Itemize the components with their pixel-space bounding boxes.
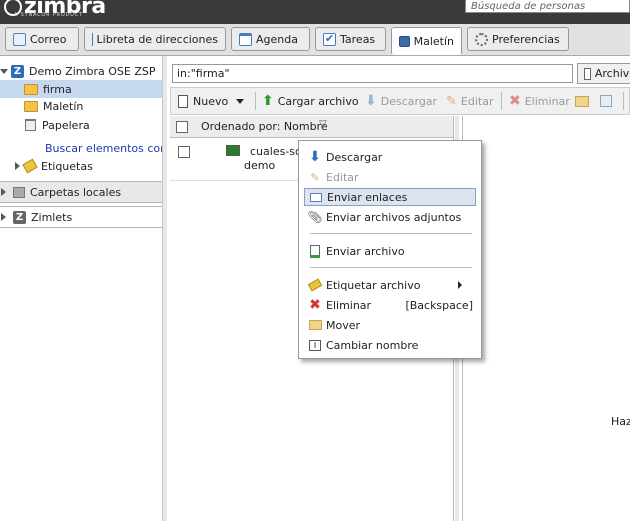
people-search-input[interactable]: Búsqueda de personas <box>465 0 630 13</box>
section-zimlets[interactable]: Z Zimlets <box>0 206 162 228</box>
logo-subtitle: A SYNACOR PRODUCT <box>14 12 83 18</box>
sidebar: Z Demo Zimbra OSE ZSP firma Maletín Pape… <box>0 56 163 521</box>
submenu-arrow-icon <box>458 281 462 289</box>
sidebar-resize-handle[interactable] <box>163 56 167 521</box>
edit-icon: ✎ <box>310 170 320 184</box>
move-button[interactable] <box>575 92 589 110</box>
menu-item-download[interactable]: ⬇ Descargar <box>304 148 476 166</box>
tag-icon <box>22 158 38 174</box>
section-local-folders[interactable]: Carpetas locales <box>0 181 162 203</box>
menu-item-edit[interactable]: ✎ Editar <box>304 168 476 186</box>
rename-icon: I <box>308 338 322 352</box>
list-header: Ordenado por: Nombre ▽ <box>170 116 453 138</box>
download-icon: ⬇ <box>309 149 321 165</box>
delete-x-icon: ✖ <box>509 93 521 109</box>
new-document-icon <box>178 94 188 108</box>
chevron-down-icon[interactable] <box>0 68 8 74</box>
menu-divider <box>310 233 472 234</box>
menu-item-send-file[interactable]: Enviar archivo <box>304 242 476 260</box>
send-file-icon <box>308 244 322 258</box>
delete-icon: ✖ <box>309 297 321 313</box>
chevron-right-icon[interactable] <box>1 188 6 196</box>
sort-arrow-icon[interactable]: ▽ <box>319 119 327 130</box>
preview-hint-text: Haz <box>611 415 630 428</box>
gear-icon <box>475 32 488 46</box>
download-arrow-icon: ⬇ <box>365 93 377 109</box>
briefcase-icon <box>399 35 410 47</box>
tab-contacts[interactable]: Libreta de direcciones <box>84 27 226 51</box>
toolbar-divider <box>255 92 256 110</box>
delete-shortcut: [Backspace] <box>405 298 473 312</box>
mail-icon <box>13 32 26 46</box>
tab-tareas[interactable]: ✔ Tareas <box>315 27 386 51</box>
toolbar-divider <box>501 92 502 110</box>
calendar-icon <box>239 32 252 46</box>
tag-icon <box>307 278 323 292</box>
computer-icon <box>13 186 25 198</box>
menu-divider <box>310 267 472 268</box>
tasks-icon: ✔ <box>323 31 336 46</box>
download-button[interactable]: ⬇ Descargar <box>365 92 437 110</box>
tab-correo[interactable]: Correo <box>5 27 79 51</box>
search-query-input[interactable]: in:"firma" <box>172 64 573 83</box>
main-toolbar: Nuevo ⬆ Cargar archivo ⬇ Descargar ✎ Edi… <box>170 87 630 115</box>
select-all-checkbox[interactable] <box>176 121 188 133</box>
tab-maletin[interactable]: Maletín <box>391 27 462 55</box>
sort-label[interactable]: Ordenado por: Nombre <box>201 120 328 133</box>
image-file-icon <box>226 145 240 156</box>
sidebar-item-maletin[interactable]: Maletín <box>0 97 162 115</box>
app-header: zimbra A SYNACOR PRODUCT Búsqueda de per… <box>0 0 630 24</box>
search-shared-link[interactable]: Buscar elementos compartidos <box>0 139 162 157</box>
menu-item-move[interactable]: Mover <box>304 316 476 334</box>
file-name-continued: demo <box>244 159 276 172</box>
envelope-icon <box>309 190 323 204</box>
pencil-icon: ✎ <box>446 93 457 109</box>
app-tab-bar: Correo Libreta de direcciones Agenda ✔ T… <box>0 24 630 56</box>
zimbra-account-icon: Z <box>11 64 24 78</box>
archive-button[interactable]: Archivo <box>577 63 630 84</box>
preview-pane: Haz <box>462 116 630 521</box>
menu-item-rename[interactable]: I Cambiar nombre <box>304 336 476 354</box>
new-button[interactable]: Nuevo <box>178 92 245 110</box>
menu-item-send-links[interactable]: Enviar enlaces <box>304 188 476 206</box>
edit-button[interactable]: ✎ Editar <box>446 92 493 110</box>
copy-icon <box>600 95 612 107</box>
contacts-icon <box>92 32 93 46</box>
tab-preferencias[interactable]: Preferencias <box>467 27 569 51</box>
move-folder-icon <box>575 95 589 107</box>
folder-icon <box>24 100 38 112</box>
delete-button[interactable]: ✖ Eliminar <box>509 92 570 110</box>
chevron-right-icon[interactable] <box>15 162 20 170</box>
move-icon <box>308 318 322 332</box>
tab-agenda[interactable]: Agenda <box>231 27 310 51</box>
chevron-right-icon[interactable] <box>1 213 6 221</box>
copy-button[interactable] <box>600 92 612 110</box>
menu-item-delete[interactable]: ✖ Eliminar [Backspace] <box>304 296 476 314</box>
context-menu: ⬇ Descargar ✎ Editar Enviar enlaces 📎︎ E… <box>298 140 482 359</box>
toolbar-divider <box>623 92 624 110</box>
account-node[interactable]: Z Demo Zimbra OSE ZSP <box>0 62 162 80</box>
folder-icon <box>24 83 38 95</box>
sidebar-item-papelera[interactable]: Papelera <box>0 116 162 134</box>
document-icon <box>584 67 591 80</box>
sidebar-item-firma[interactable]: firma <box>0 80 162 98</box>
chevron-down-icon[interactable] <box>236 98 245 104</box>
zimlets-icon: Z <box>13 210 26 224</box>
trash-icon <box>25 119 36 131</box>
upload-arrow-icon: ⬆ <box>262 93 274 109</box>
menu-item-tag-file[interactable]: Etiquetar archivo <box>304 276 476 294</box>
menu-item-send-attachments[interactable]: 📎︎ Enviar archivos adjuntos <box>304 208 476 226</box>
paperclip-icon: 📎︎ <box>307 210 323 224</box>
upload-file-button[interactable]: ⬆ Cargar archivo <box>262 92 359 110</box>
item-checkbox[interactable] <box>178 146 190 158</box>
sidebar-item-tags[interactable]: Etiquetas <box>0 157 162 175</box>
